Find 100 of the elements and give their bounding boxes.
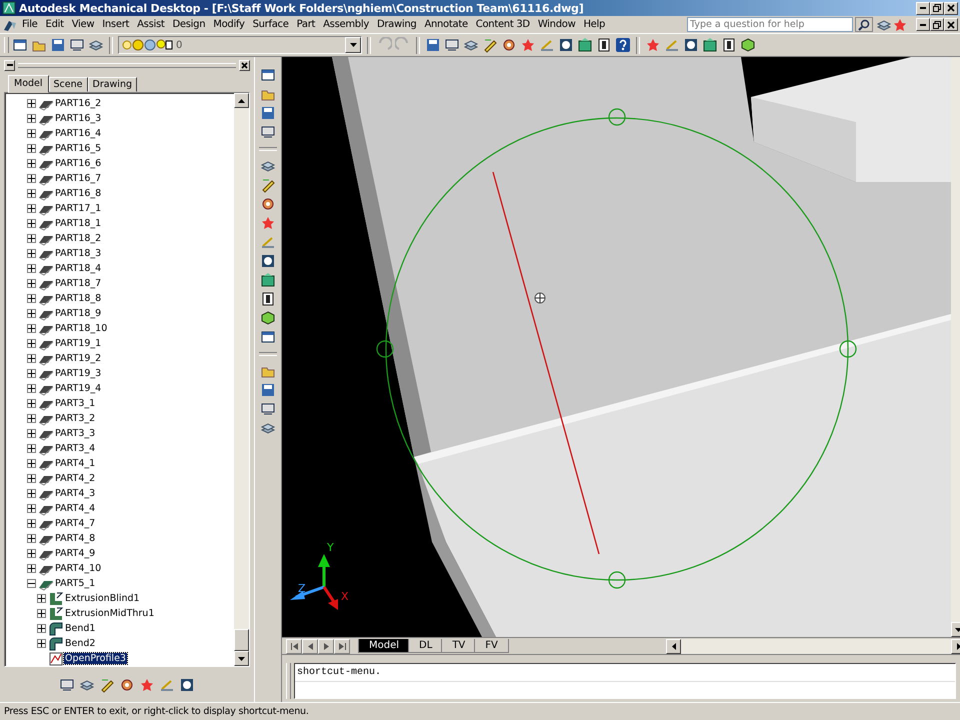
scroll-left-icon[interactable] bbox=[672, 642, 676, 650]
menu-item[interactable]: Annotate bbox=[420, 19, 472, 30]
expand-toggle[interactable] bbox=[27, 279, 36, 288]
expand-toggle[interactable] bbox=[27, 294, 36, 303]
tree-item[interactable]: PART18_8 bbox=[54, 293, 102, 304]
browser-tab[interactable]: Drawing bbox=[88, 77, 138, 92]
expand-toggle[interactable] bbox=[27, 204, 36, 213]
tree-item[interactable]: PART4_4 bbox=[54, 503, 96, 514]
menu-item[interactable]: Design bbox=[168, 19, 210, 30]
tool-icon[interactable] bbox=[596, 37, 612, 53]
tree-item[interactable]: OpenProfile3 bbox=[64, 653, 127, 664]
restore-button[interactable] bbox=[930, 2, 944, 14]
tree-item[interactable]: PART19_2 bbox=[54, 353, 102, 364]
tool-icon[interactable] bbox=[260, 196, 276, 212]
expand-toggle[interactable] bbox=[27, 354, 36, 363]
expand-toggle[interactable] bbox=[37, 609, 46, 618]
layer-dropdown[interactable]: 0 bbox=[118, 36, 362, 54]
tool-icon[interactable] bbox=[260, 329, 276, 345]
star-icon[interactable] bbox=[892, 16, 908, 32]
tool-icon[interactable] bbox=[444, 37, 460, 53]
tree-item[interactable]: PART4_8 bbox=[54, 533, 96, 544]
layout-tab[interactable]: TV bbox=[441, 639, 476, 653]
expand-toggle[interactable] bbox=[27, 219, 36, 228]
expand-toggle[interactable] bbox=[27, 114, 36, 123]
tool-icon[interactable] bbox=[721, 37, 737, 53]
tab-nav-button[interactable] bbox=[286, 638, 302, 654]
expand-toggle[interactable] bbox=[27, 474, 36, 483]
expand-toggle[interactable] bbox=[27, 309, 36, 318]
menu-item[interactable]: File bbox=[18, 19, 42, 30]
menu-item[interactable]: Drawing bbox=[372, 19, 420, 30]
tool-icon[interactable] bbox=[702, 37, 718, 53]
tree-item[interactable]: PART19_4 bbox=[54, 383, 102, 394]
scroll-up-icon[interactable] bbox=[238, 98, 245, 102]
search-button[interactable] bbox=[855, 17, 873, 32]
browser-tab[interactable]: Model bbox=[8, 75, 49, 93]
tree-item[interactable]: PART3_3 bbox=[54, 428, 96, 439]
menu-item[interactable]: Part bbox=[292, 19, 320, 30]
grip-marker[interactable] bbox=[376, 340, 394, 358]
tree-item[interactable]: PART17_1 bbox=[54, 203, 102, 214]
tree-item[interactable]: PART16_6 bbox=[54, 158, 102, 169]
tree-item[interactable]: PART18_4 bbox=[54, 263, 102, 274]
tree-item[interactable]: PART3_4 bbox=[54, 443, 96, 454]
tree-item[interactable]: PART16_8 bbox=[54, 188, 102, 199]
vertical-scrollbar[interactable] bbox=[234, 93, 249, 666]
monitor-icon[interactable] bbox=[69, 37, 85, 53]
tool-icon[interactable] bbox=[260, 253, 276, 269]
grip-marker[interactable] bbox=[839, 340, 857, 358]
help-icon[interactable] bbox=[615, 37, 631, 53]
tool-icon[interactable] bbox=[683, 37, 699, 53]
grip-marker[interactable] bbox=[608, 108, 626, 126]
close-button[interactable] bbox=[944, 2, 958, 14]
tree-item[interactable]: PART4_10 bbox=[54, 563, 102, 574]
expand-toggle[interactable] bbox=[27, 144, 36, 153]
tree-item[interactable]: PART16_7 bbox=[54, 173, 102, 184]
expand-toggle[interactable] bbox=[27, 429, 36, 438]
tab-nav-button[interactable] bbox=[334, 638, 350, 654]
tool-icon[interactable] bbox=[59, 677, 75, 693]
expand-toggle[interactable] bbox=[27, 549, 36, 558]
expand-toggle[interactable] bbox=[37, 624, 46, 633]
tree-item[interactable]: PART19_1 bbox=[54, 338, 102, 349]
expand-toggle[interactable] bbox=[27, 504, 36, 513]
menu-item[interactable]: Assembly bbox=[319, 19, 373, 30]
close-button[interactable] bbox=[239, 60, 250, 70]
browser-tab[interactable]: Scene bbox=[48, 77, 88, 92]
tree-item[interactable]: PART16_5 bbox=[54, 143, 102, 154]
tree-item[interactable]: ExtrusionBlind1 bbox=[64, 593, 141, 604]
expand-toggle[interactable] bbox=[27, 174, 36, 183]
tree-item[interactable]: PART4_3 bbox=[54, 488, 96, 499]
tree-item[interactable]: PART4_7 bbox=[54, 518, 96, 529]
menu-item[interactable]: Edit bbox=[42, 19, 68, 30]
scroll-down-icon[interactable] bbox=[955, 628, 960, 632]
tree-item[interactable]: PART4_2 bbox=[54, 473, 96, 484]
expand-toggle[interactable] bbox=[27, 519, 36, 528]
tool-icon[interactable] bbox=[740, 37, 756, 53]
tab-nav-button[interactable] bbox=[318, 638, 334, 654]
expand-toggle[interactable] bbox=[27, 234, 36, 243]
expand-toggle[interactable] bbox=[27, 444, 36, 453]
tree-item[interactable]: PART3_2 bbox=[54, 413, 96, 424]
expand-toggle[interactable] bbox=[37, 594, 46, 603]
layout-tab[interactable]: FV bbox=[474, 639, 509, 653]
expand-toggle[interactable] bbox=[27, 384, 36, 393]
layout-tab[interactable]: Model bbox=[358, 639, 410, 653]
menu-item[interactable]: Assist bbox=[133, 19, 169, 30]
tree-item[interactable]: PART18_7 bbox=[54, 278, 102, 289]
layout-tab[interactable]: DL bbox=[408, 639, 444, 653]
tab-nav-button[interactable] bbox=[302, 638, 318, 654]
menu-item[interactable]: Modify bbox=[209, 19, 249, 30]
expand-toggle[interactable] bbox=[27, 489, 36, 498]
tool-icon[interactable] bbox=[260, 272, 276, 288]
tree-item[interactable]: ExtrusionMidThru1 bbox=[64, 608, 156, 619]
tool-icon[interactable] bbox=[119, 677, 135, 693]
menu-item[interactable]: Surface bbox=[248, 19, 293, 30]
tool-icon[interactable] bbox=[577, 37, 593, 53]
expand-toggle[interactable] bbox=[27, 189, 36, 198]
scroll-thumb[interactable] bbox=[234, 629, 249, 651]
tree-item[interactable]: PART18_9 bbox=[54, 308, 102, 319]
collapse-button[interactable] bbox=[4, 60, 15, 70]
menu-item[interactable]: Window bbox=[534, 19, 580, 30]
expand-toggle[interactable] bbox=[27, 324, 36, 333]
tree-item[interactable]: PART18_3 bbox=[54, 248, 102, 259]
